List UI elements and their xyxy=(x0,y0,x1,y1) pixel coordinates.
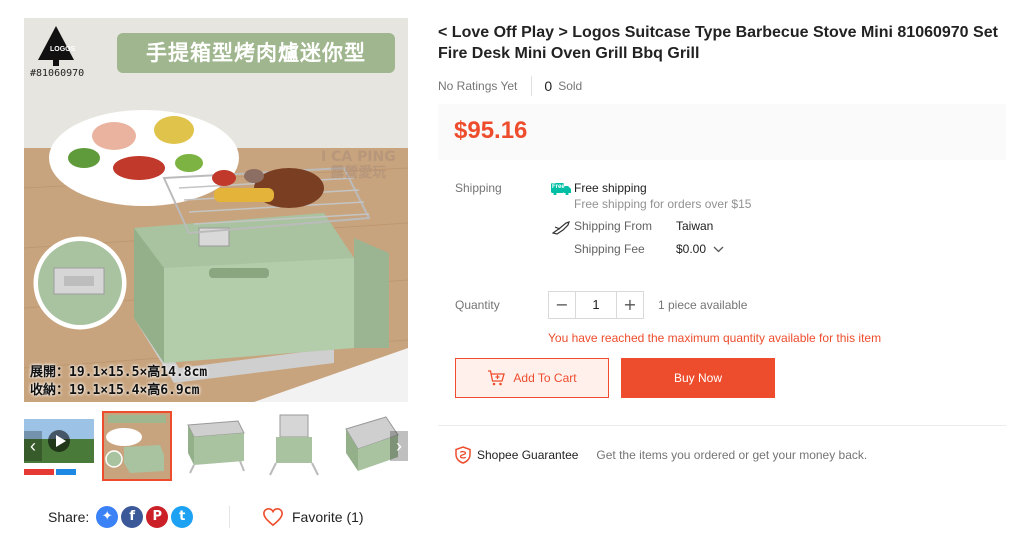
thumbnail-2[interactable] xyxy=(180,411,250,481)
free-shipping-title: Free shipping xyxy=(574,181,647,195)
shipping-label: Shipping xyxy=(455,181,502,195)
quantity-input[interactable]: 1 xyxy=(576,291,616,319)
heart-icon xyxy=(263,507,283,527)
favorite-label: Favorite (1) xyxy=(292,509,364,525)
rating-row: No Ratings Yet 0 Sold xyxy=(438,76,582,96)
quantity-increase-button[interactable]: + xyxy=(616,291,644,319)
image-watermark: I CA PING 露營愛玩 xyxy=(321,149,396,181)
quantity-decrease-button[interactable]: − xyxy=(548,291,576,319)
image-banner: 手提箱型烤肉爐迷你型 xyxy=(117,33,395,73)
free-shipping-subtitle: Free shipping for orders over $15 xyxy=(574,197,752,211)
price-section: $95.16 xyxy=(438,104,1006,160)
favorite-button[interactable]: Favorite (1) xyxy=(262,506,364,528)
thumbnail-1-image xyxy=(102,411,172,481)
cart-icon xyxy=(488,370,506,386)
guarantee-text: Get the items you ordered or get your mo… xyxy=(596,448,868,462)
share-label: Share: xyxy=(48,509,90,525)
dimensions-closed: 收納：19.1×15.4×高6.9cm xyxy=(30,383,200,398)
watermark-line-1: I CA PING xyxy=(321,149,396,165)
shopee-guarantee[interactable]: Shopee Guarantee Get the items you order… xyxy=(455,446,867,464)
share-divider xyxy=(229,506,230,528)
watermark-line-2: 露營愛玩 xyxy=(330,165,387,181)
shield-icon xyxy=(455,446,471,464)
chevron-down-icon xyxy=(713,246,724,253)
main-product-image[interactable]: LOGOS 手提箱型烤肉爐迷你型 #81060970 I CA PING 露營愛… xyxy=(24,18,408,402)
thumbnail-strip: ‹ › xyxy=(24,411,408,481)
twitter-icon[interactable]: t xyxy=(171,506,194,528)
shipping-from-label: Shipping From xyxy=(574,219,653,233)
messenger-icon[interactable]: ✦ xyxy=(96,506,119,528)
image-dimensions: 展開：19.1×15.5×高14.8cm 收納：19.1×15.4×高6.9cm xyxy=(30,364,207,400)
guarantee-title: Shopee Guarantee xyxy=(477,448,579,462)
thumbnail-next-button[interactable]: › xyxy=(390,431,408,461)
rating-text: No Ratings Yet xyxy=(438,79,518,93)
logos-logo: LOGOS xyxy=(50,46,76,53)
image-model-number: #81060970 xyxy=(30,68,85,79)
sold-label: Sold xyxy=(558,79,583,93)
max-quantity-warning: You have reached the maximum quantity av… xyxy=(548,331,882,345)
product-title: < Love Off Play > Logos Suitcase Type Ba… xyxy=(438,24,998,62)
thumbnail-3-image xyxy=(258,411,328,481)
dimensions-open: 展開：19.1×15.5×高14.8cm xyxy=(30,365,208,380)
thumbnail-prev-button[interactable]: ‹ xyxy=(24,431,42,461)
free-shipping-badge-text: Free xyxy=(552,184,565,190)
add-to-cart-button[interactable]: Add To Cart xyxy=(455,358,609,398)
guarantee-divider xyxy=(438,425,1006,426)
shipping-fee-dropdown[interactable]: $0.00 xyxy=(676,242,724,256)
pinterest-icon[interactable]: P xyxy=(146,506,169,528)
buy-now-button[interactable]: Buy Now xyxy=(621,358,775,398)
facebook-icon[interactable]: f xyxy=(121,506,144,528)
add-to-cart-label: Add To Cart xyxy=(513,371,577,385)
sold-count: 0 xyxy=(544,78,553,94)
shipping-fee-label: Shipping Fee xyxy=(574,242,645,256)
quantity-stepper: − 1 + xyxy=(548,291,644,319)
rating-divider xyxy=(531,76,533,96)
product-price: $95.16 xyxy=(454,117,528,144)
thumbnail-1[interactable] xyxy=(102,411,172,481)
thumbnail-3[interactable] xyxy=(258,411,328,481)
shipping-fee-value: $0.00 xyxy=(676,242,707,256)
quantity-available: 1 piece available xyxy=(658,298,748,312)
truck-icon xyxy=(552,221,570,235)
quantity-label: Quantity xyxy=(455,298,500,312)
thumbnail-2-image xyxy=(180,411,250,481)
shipping-from-value: Taiwan xyxy=(676,219,714,233)
share-row: Share: ✦ f P t xyxy=(48,506,194,528)
